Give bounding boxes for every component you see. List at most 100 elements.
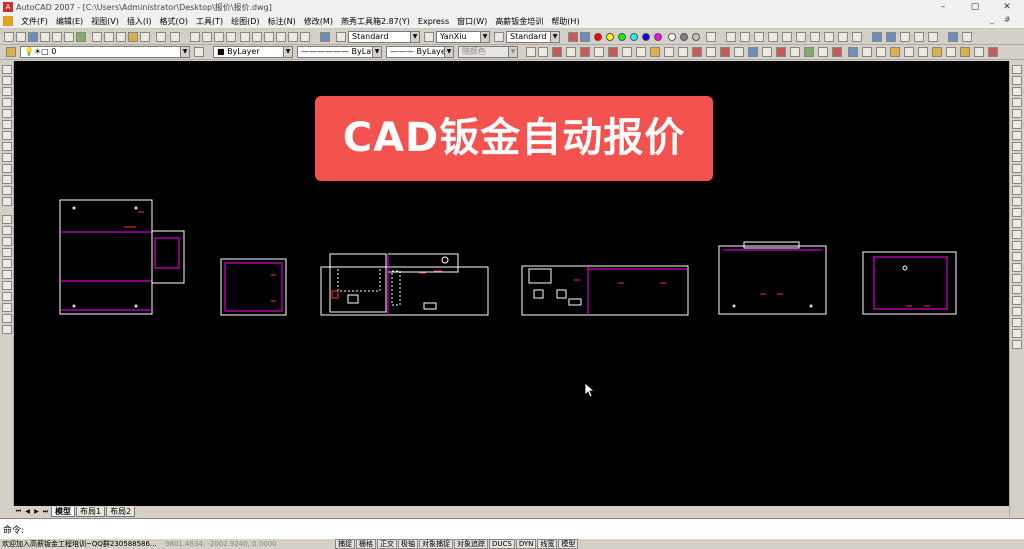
named-views-icon[interactable] (948, 32, 958, 42)
yanxiu-tool-31-icon[interactable] (974, 47, 984, 57)
table-icon[interactable] (2, 259, 12, 268)
yanxiu-right-8-icon[interactable] (1012, 329, 1022, 338)
drawing-canvas[interactable]: CAD钣金自动报价 (14, 61, 1009, 506)
yanxiu-tool-30-icon[interactable] (960, 47, 970, 57)
rectangle-icon[interactable] (2, 109, 12, 118)
color-swatch-yellow[interactable] (606, 33, 614, 41)
help-icon[interactable] (320, 32, 330, 42)
layer-manager-icon[interactable] (6, 47, 16, 57)
ducs-toggle[interactable]: DUCS (489, 539, 515, 549)
table-style-combo[interactable]: Standard ▼ (506, 31, 560, 43)
clip-viewport-icon[interactable] (914, 32, 924, 42)
polar-toggle[interactable]: 极轴 (398, 539, 418, 549)
yanxiu-tool-2-icon[interactable] (566, 47, 576, 57)
next-tab-icon[interactable]: ▶ (32, 507, 41, 516)
polygonal-viewport-icon[interactable] (900, 32, 910, 42)
revision-cloud-icon[interactable] (2, 142, 12, 151)
explode-icon[interactable] (1012, 241, 1022, 250)
paste-icon[interactable] (116, 32, 126, 42)
ellipse-arc-icon[interactable] (2, 175, 12, 184)
chevron-down-icon[interactable]: ▼ (410, 32, 419, 42)
polygon-icon[interactable] (2, 98, 12, 107)
color-swatch-lightgray[interactable] (692, 33, 700, 41)
3d-dwf-icon[interactable] (76, 32, 86, 42)
menu-tools[interactable]: 工具(T) (192, 16, 227, 27)
layout-viewport-icon[interactable] (872, 32, 882, 42)
yanxiu-left-2-icon[interactable] (2, 292, 12, 301)
first-tab-icon[interactable]: ⏮ (14, 507, 23, 516)
yanxiu-left-1-icon[interactable] (2, 281, 12, 290)
menu-yanxiu-toolbox[interactable]: 燕秀工具箱2.87(Y) (337, 16, 414, 27)
yanxiu-tool-6-icon[interactable] (622, 47, 632, 57)
calculator-icon[interactable] (300, 32, 310, 42)
tab-layout1[interactable]: 布局1 (76, 506, 106, 517)
move-icon[interactable] (1012, 120, 1022, 129)
menu-draw[interactable]: 绘图(D) (227, 16, 263, 27)
erase-icon[interactable] (1012, 65, 1022, 74)
dyn-toggle[interactable]: DYN (515, 539, 537, 549)
tab-layout2[interactable]: 布局2 (106, 506, 136, 517)
block-editor-icon[interactable] (140, 32, 150, 42)
menu-insert[interactable]: 插入(I) (123, 16, 156, 27)
new-file-icon[interactable] (4, 32, 14, 42)
lineweight-toggle[interactable]: 线宽 (537, 539, 558, 549)
chevron-down-icon[interactable]: ▼ (180, 47, 189, 57)
zoom-previous-icon[interactable] (226, 32, 236, 42)
lineweight-control-combo[interactable]: ——— ByLayer ▼ (386, 46, 454, 58)
trim-icon[interactable] (1012, 164, 1022, 173)
menu-format[interactable]: 格式(O) (155, 16, 192, 27)
yanxiu-tool-22-icon[interactable] (848, 47, 858, 57)
yanxiu-tool-21-icon[interactable] (832, 47, 842, 57)
dimension-jogged-icon[interactable] (796, 32, 806, 42)
autocad-app-icon[interactable]: A (3, 2, 13, 12)
otrack-toggle[interactable]: 对象追踪 (454, 539, 488, 549)
text-style-combo[interactable]: Standard ▼ (348, 31, 420, 43)
copy-object-icon[interactable] (1012, 76, 1022, 85)
save-icon[interactable] (28, 32, 38, 42)
yanxiu-left-5-icon[interactable] (2, 325, 12, 334)
menu-help[interactable]: 帮助(H) (547, 16, 583, 27)
copy-icon[interactable] (104, 32, 114, 42)
text-tool-icon[interactable] (526, 47, 536, 57)
yanxiu-right-1-icon[interactable] (1012, 252, 1022, 261)
yanxiu-tool-1-icon[interactable] (552, 47, 562, 57)
dim-style-combo[interactable]: YanXiu ▼ (436, 31, 490, 43)
osnap-toggle[interactable]: 对象捕捉 (419, 539, 453, 549)
snap-toggle[interactable]: 捕捉 (335, 539, 355, 549)
match-properties-icon[interactable] (128, 32, 138, 42)
color-more-icon[interactable] (706, 32, 716, 42)
close-button[interactable]: ✕ (992, 0, 1022, 14)
color-control-combo[interactable]: ■ ByLayer ▼ (213, 46, 293, 58)
yanxiu-tool-32-icon[interactable] (988, 47, 998, 57)
yanxiu-tool-27-icon[interactable] (918, 47, 928, 57)
mirror-icon[interactable] (1012, 87, 1022, 96)
yanxiu-left-4-icon[interactable] (2, 314, 12, 323)
yanxiu-tool-8-icon[interactable] (650, 47, 660, 57)
rotate-icon[interactable] (1012, 131, 1022, 140)
display-viewport-icon[interactable] (886, 32, 896, 42)
zoom-realtime-icon[interactable] (202, 32, 212, 42)
coordinate-readout[interactable]: 9801.4834, -2002.9240, 0.0000 (165, 540, 335, 548)
dimension-angular-icon[interactable] (824, 32, 834, 42)
publish-icon[interactable] (64, 32, 74, 42)
prev-tab-icon[interactable]: ◀ (23, 507, 32, 516)
tab-model[interactable]: 模型 (51, 506, 75, 517)
redo-icon[interactable] (170, 32, 180, 42)
menu-sheetmetal-training[interactable]: 高薪钣金培训 (491, 16, 547, 27)
maximize-button[interactable]: ▢ (960, 0, 990, 14)
chevron-down-icon[interactable]: ▼ (283, 47, 292, 57)
yanxiu-tool-16-icon[interactable] (762, 47, 772, 57)
doc-minimize-button[interactable]: _ (990, 15, 994, 24)
yanxiu-tool-13-icon[interactable] (720, 47, 730, 57)
menu-window[interactable]: 窗口(W) (453, 16, 491, 27)
dimension-ordinate-icon[interactable] (768, 32, 778, 42)
color-swatch-gray[interactable] (680, 33, 688, 41)
make-object-layer-current-icon[interactable] (194, 47, 204, 57)
chamfer-icon[interactable] (1012, 219, 1022, 228)
yanxiu-right-5-icon[interactable] (1012, 296, 1022, 305)
color-swatch-magenta[interactable] (654, 33, 662, 41)
menu-dimension[interactable]: 标注(N) (264, 16, 300, 27)
menu-modify[interactable]: 修改(M) (300, 16, 337, 27)
yanxiu-tool-7-icon[interactable] (636, 47, 646, 57)
color-picker-icon[interactable] (568, 32, 578, 42)
